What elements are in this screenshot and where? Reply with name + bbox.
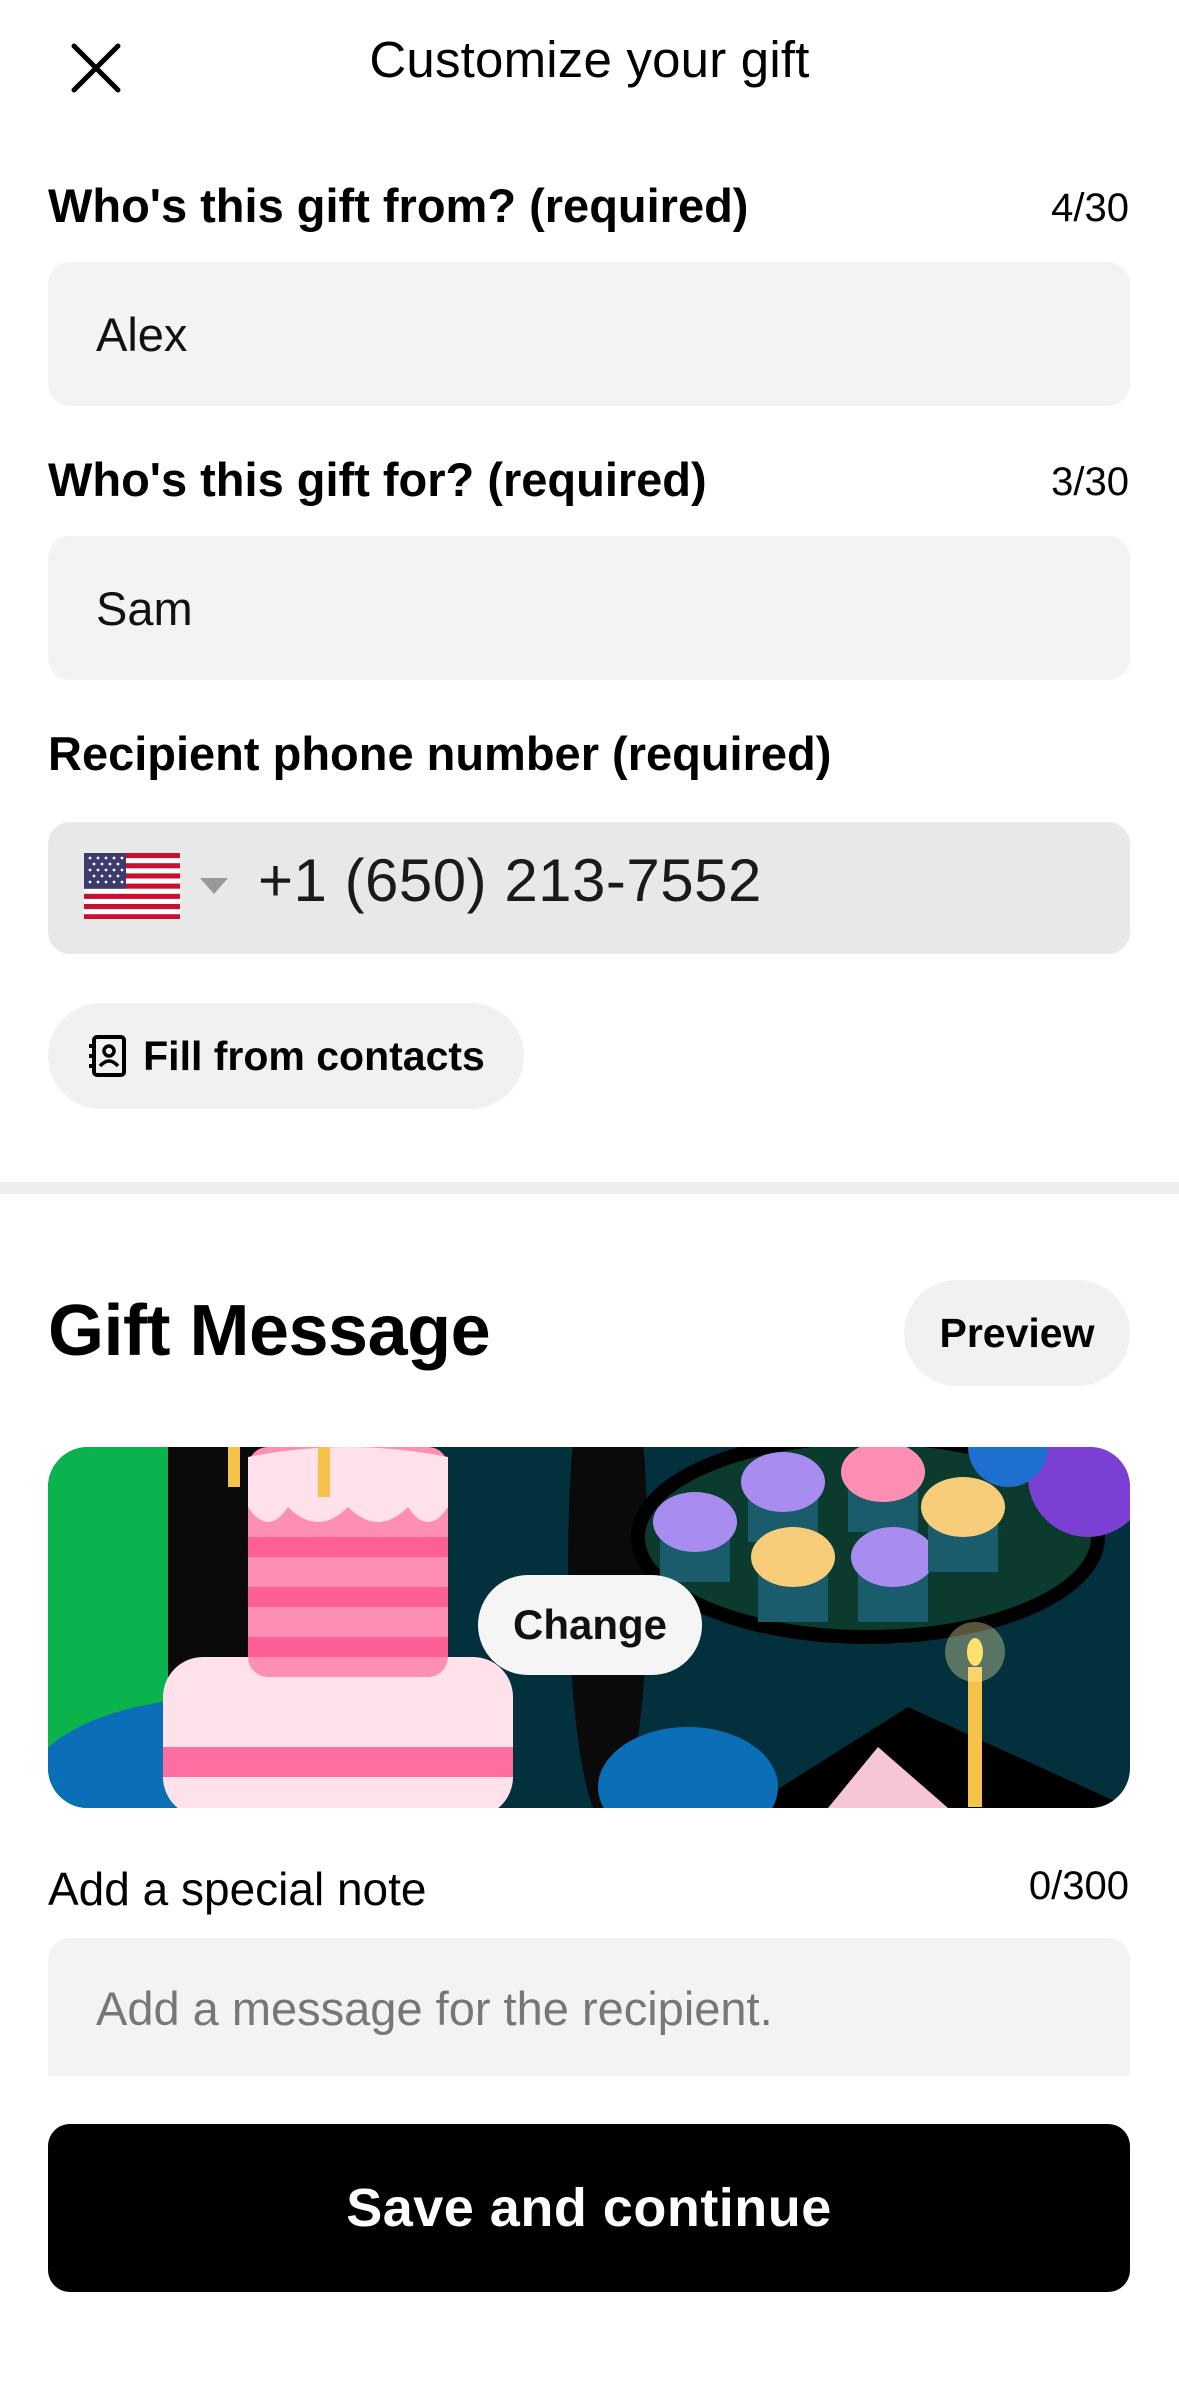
phone-field[interactable]: +1 (650) 213-7552 xyxy=(48,822,1130,954)
special-note-input[interactable]: Add a message for the recipient. xyxy=(48,1938,1130,2078)
preview-label: Preview xyxy=(939,1309,1095,1356)
for-counter: 3/30 xyxy=(1051,460,1129,504)
from-label: Who's this gift from? (required) xyxy=(48,179,749,232)
phone-input[interactable]: +1 (650) 213-7552 xyxy=(258,846,762,915)
preview-button[interactable]: Preview xyxy=(904,1280,1130,1386)
section-divider xyxy=(0,1182,1179,1194)
gift-message-title: Gift Message xyxy=(48,1291,491,1371)
from-counter: 4/30 xyxy=(1051,186,1129,230)
fill-from-contacts-label: Fill from contacts xyxy=(143,1032,485,1079)
chevron-down-icon[interactable] xyxy=(200,878,228,894)
us-flag-icon[interactable] xyxy=(84,853,180,919)
change-image-button[interactable]: Change xyxy=(478,1575,702,1675)
note-label: Add a special note xyxy=(48,1863,427,1915)
for-label: Who's this gift for? (required) xyxy=(48,453,707,506)
phone-label: Recipient phone number (required) xyxy=(48,727,832,780)
page-title: Customize your gift xyxy=(369,31,810,88)
fill-from-contacts-button[interactable]: Fill from contacts xyxy=(48,1003,524,1109)
for-input[interactable]: Sam xyxy=(48,536,1130,680)
from-input[interactable]: Alex xyxy=(48,262,1130,406)
save-and-continue-button[interactable]: Save and continue xyxy=(48,2124,1130,2292)
note-counter: 0/300 xyxy=(1028,1864,1129,1908)
gift-card-image: Change xyxy=(48,1447,1130,1808)
contact-book-icon xyxy=(87,1034,129,1078)
